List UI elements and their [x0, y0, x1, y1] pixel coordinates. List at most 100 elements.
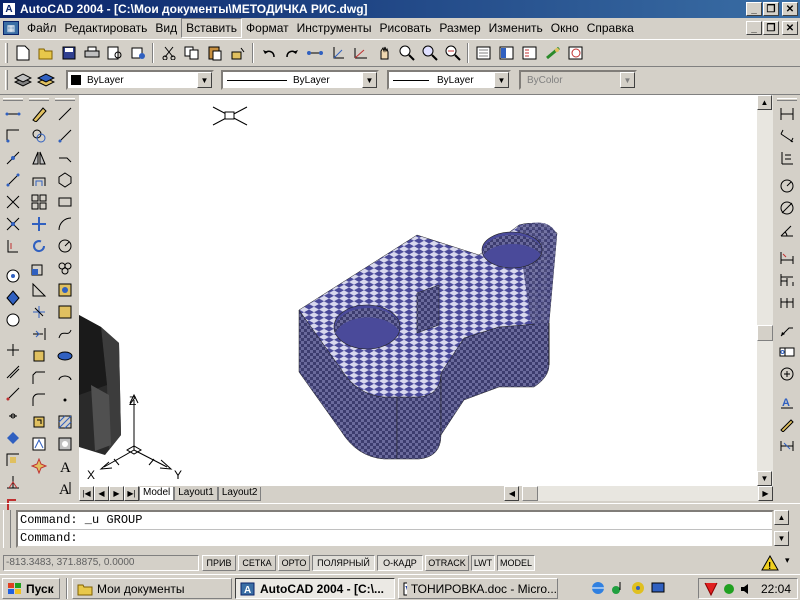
break-icon[interactable] — [28, 345, 50, 367]
menu-dimension[interactable]: Размер — [435, 19, 484, 37]
match-properties-icon[interactable] — [226, 42, 249, 64]
autocad-app-icon[interactable]: A — [2, 2, 16, 16]
media-icon[interactable] — [610, 580, 626, 596]
revcloud-draw-icon[interactable] — [54, 257, 76, 279]
zoom-window-icon[interactable] — [418, 42, 441, 64]
linear-dim-icon[interactable] — [776, 103, 798, 125]
attribute-icon[interactable] — [28, 433, 50, 455]
markup-icon[interactable] — [564, 42, 587, 64]
task-word-document[interactable]: W ТОНИРОВКА.doc - Micro... — [398, 578, 558, 599]
start-button[interactable]: Пуск — [2, 578, 60, 599]
keyboard-layout-icon[interactable] — [721, 581, 737, 597]
drawing-area[interactable]: Z X Y — [79, 95, 757, 486]
arc-draw-icon[interactable] — [54, 213, 76, 235]
minimize-button[interactable]: _ — [746, 2, 762, 16]
plot-preview-icon[interactable] — [103, 42, 126, 64]
explode-icon[interactable] — [28, 411, 50, 433]
command-scrollbar[interactable]: ▲ ▼ — [774, 510, 790, 548]
publish-icon[interactable] — [126, 42, 149, 64]
polar-toggle[interactable]: ПОЛЯРНЫЙ — [312, 555, 375, 571]
ellipse-draw-icon[interactable] — [54, 301, 76, 323]
dbconnect-icon[interactable] — [541, 42, 564, 64]
ortho-toggle[interactable]: ОРТО — [278, 555, 310, 571]
layer-manager-icon[interactable] — [11, 69, 34, 91]
fillet-icon[interactable] — [28, 389, 50, 411]
command-scroll-down-icon[interactable]: ▼ — [774, 531, 789, 546]
scroll-down-icon[interactable]: ▼ — [757, 471, 772, 486]
aligned-dim-icon[interactable] — [776, 125, 798, 147]
spline-icon[interactable] — [2, 287, 24, 309]
tab-layout1[interactable]: Layout1 — [174, 486, 218, 501]
tab-layout2[interactable]: Layout2 — [217, 486, 262, 501]
menu-tools[interactable]: Инструменты — [293, 19, 376, 37]
first-tab-icon[interactable]: |◀ — [79, 486, 94, 501]
chevron-down-icon[interactable]: ▼ — [494, 72, 509, 88]
scroll-right-icon[interactable]: ▶ — [758, 486, 773, 501]
line-segment-icon[interactable] — [54, 103, 76, 125]
leader-icon[interactable] — [776, 319, 798, 341]
document-icon[interactable]: ▦ — [3, 21, 19, 35]
point-icon[interactable] — [2, 383, 24, 405]
ucs-icon[interactable] — [349, 42, 372, 64]
undo-icon[interactable] — [257, 42, 280, 64]
text-icon[interactable]: A — [54, 455, 76, 477]
dim-edit-icon[interactable]: A — [776, 391, 798, 413]
erase-icon[interactable] — [28, 103, 50, 125]
mirror-icon[interactable] — [28, 147, 50, 169]
grid-toggle[interactable]: СЕТКА — [238, 555, 276, 571]
partial-solid-object[interactable] — [79, 315, 121, 455]
prev-tab-icon[interactable]: ◀ — [94, 486, 109, 501]
menu-edit[interactable]: Редактировать — [61, 19, 152, 37]
scroll-thumb[interactable] — [757, 325, 773, 341]
angular-dim-icon[interactable] — [776, 219, 798, 241]
scale-icon[interactable] — [28, 257, 50, 279]
ordinate-dim-icon[interactable] — [776, 147, 798, 169]
cut-icon[interactable] — [157, 42, 180, 64]
menu-draw[interactable]: Рисовать — [375, 19, 435, 37]
hatch-draw-icon[interactable] — [54, 411, 76, 433]
status-menu-icon[interactable]: ▾ — [785, 555, 797, 571]
outlook-icon[interactable] — [630, 580, 646, 596]
internet-explorer-icon[interactable] — [590, 580, 606, 596]
zoom-realtime-icon[interactable] — [395, 42, 418, 64]
task-autocad[interactable]: A AutoCAD 2004 - [C:\... — [235, 578, 395, 599]
hscroll-thumb[interactable] — [522, 486, 539, 501]
pan-icon[interactable] — [372, 42, 395, 64]
volume-icon[interactable] — [739, 581, 755, 597]
properties-icon[interactable] — [472, 42, 495, 64]
lineweight-select[interactable]: ByLayer ▼ — [387, 70, 511, 90]
make-block-icon[interactable] — [2, 361, 24, 383]
continue-dim-icon[interactable] — [776, 291, 798, 313]
ellipse-icon[interactable] — [2, 309, 24, 331]
chamfer-icon[interactable] — [28, 367, 50, 389]
mtext-draw-icon[interactable]: A — [54, 477, 76, 499]
polyline-draw-icon[interactable] — [54, 147, 76, 169]
rotate-icon[interactable] — [28, 235, 50, 257]
gradient-icon[interactable] — [54, 433, 76, 455]
tool-palettes-icon[interactable] — [518, 42, 541, 64]
model-toggle[interactable]: MODEL — [497, 555, 535, 571]
hscroll-track[interactable] — [538, 486, 758, 501]
open-icon[interactable] — [34, 42, 57, 64]
dim-text-edit-icon[interactable] — [776, 413, 798, 435]
copy-icon[interactable] — [180, 42, 203, 64]
move-icon[interactable] — [28, 213, 50, 235]
line-icon[interactable] — [2, 103, 24, 125]
point-draw-icon[interactable] — [54, 389, 76, 411]
arc-icon[interactable] — [2, 213, 24, 235]
mtext-icon[interactable] — [2, 471, 24, 493]
last-tab-icon[interactable]: ▶| — [124, 486, 139, 501]
osnap-toggle[interactable]: О-КАДР — [377, 555, 423, 571]
menu-window[interactable]: Окно — [547, 19, 583, 37]
diameter-dim-icon[interactable] — [776, 197, 798, 219]
otrack-toggle[interactable]: OTRACK — [425, 555, 469, 571]
menu-view[interactable]: Вид — [151, 19, 181, 37]
command-prompt[interactable]: Command: — [18, 529, 772, 546]
copy-object-icon[interactable] — [28, 125, 50, 147]
tolerance-icon[interactable] — [776, 341, 798, 363]
construction-line-icon[interactable] — [2, 125, 24, 147]
doc-restore-button[interactable]: ❐ — [763, 21, 779, 35]
doc-minimize-button[interactable]: _ — [746, 21, 762, 35]
command-history[interactable]: Command: _u GROUP Command: — [16, 510, 774, 548]
spline-draw-icon[interactable] — [54, 279, 76, 301]
